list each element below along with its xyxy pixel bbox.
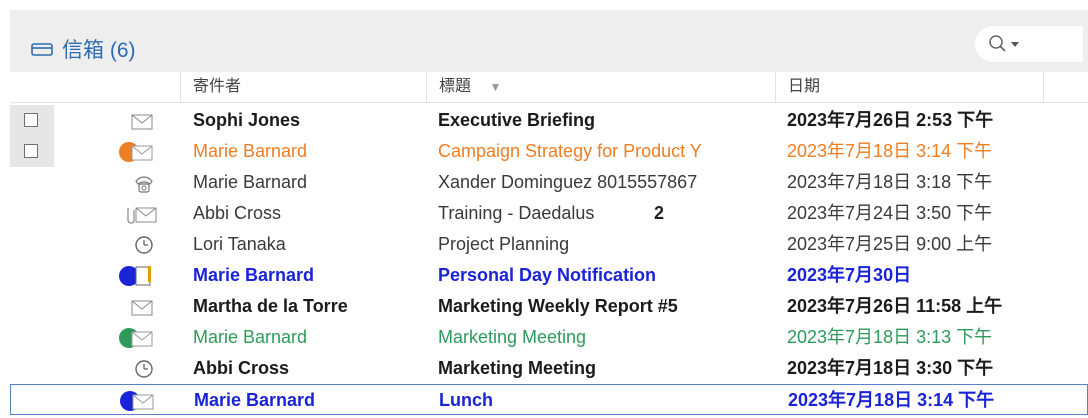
- column-header-sender[interactable]: 寄件者: [180, 72, 426, 102]
- message-subject: Personal Day Notification: [438, 265, 657, 285]
- message-date: 2023年7月18日 3:14 下午: [787, 141, 993, 161]
- message-count-badge: 2: [654, 203, 665, 223]
- message-row[interactable]: Abbi Cross Marketing Meeting 2023年7月18日 3:…: [10, 353, 1088, 384]
- row-checkbox-cell: [10, 136, 54, 167]
- message-row[interactable]: Marie Barnard Xander Dominguez 8015557867…: [10, 167, 1088, 198]
- message-sender: Sophi Jones: [193, 110, 301, 130]
- message-date: 2023年7月24日 3:50 下午: [787, 203, 993, 223]
- message-row[interactable]: Marie Barnard Campaign Strategy for Produ…: [10, 136, 1088, 167]
- message-date: 2023年7月18日 3:18 下午: [787, 172, 993, 192]
- message-sender: Marie Barnard: [193, 172, 308, 192]
- message-date: 2023年7月25日 9:00 上午: [787, 234, 993, 254]
- inbox-header: 信箱 (6): [10, 10, 1088, 72]
- attachment-envelope-icon: [118, 202, 158, 231]
- message-date: 2023年7月26日 2:53 下午: [787, 110, 994, 130]
- message-subject: Project Planning: [438, 234, 570, 254]
- message-date: 2023年7月18日 3:30 下午: [787, 358, 994, 378]
- message-subject: Training - Daedalus: [438, 203, 595, 223]
- message-date: 2023年7月26日 11:58 上午: [787, 296, 1003, 316]
- message-row[interactable]: Lori Tanaka Project Planning 2023年7月25日 9:…: [10, 229, 1088, 260]
- message-date: 2023年7月30日: [787, 265, 912, 285]
- message-row[interactable]: Abbi Cross Training - Daedalus 2023年7月24日 …: [10, 198, 1088, 229]
- envelope-icon: [118, 109, 158, 138]
- row-checkbox[interactable]: [24, 144, 38, 158]
- message-row[interactable]: Marie Barnard Personal Day Notification 20…: [10, 260, 1088, 291]
- inbox-title-label: 信箱 (6): [62, 39, 136, 62]
- message-subject: Executive Briefing: [438, 110, 596, 130]
- message-date: 2023年7月18日 3:13 下午: [787, 327, 993, 347]
- phone-icon: [118, 171, 158, 200]
- message-subject: Xander Dominguez 8015557867: [438, 172, 698, 192]
- message-row[interactable]: Sophi Jones Executive Briefing 2023年7月26日 …: [10, 105, 1088, 136]
- message-date: 2023年7月18日 3:14 下午: [788, 390, 995, 410]
- clock-icon: [118, 357, 158, 386]
- column-header-subject-label: 標題: [439, 78, 472, 95]
- clock-icon: [118, 233, 158, 262]
- blue-category-envelope-icon: [119, 389, 159, 418]
- message-sender: Marie Barnard: [193, 265, 315, 285]
- search-icon: [989, 35, 1019, 52]
- message-sender: Abbi Cross: [193, 203, 282, 223]
- message-row[interactable]: Martha de la Torre Marketing Weekly Repor…: [10, 291, 1088, 322]
- column-header-extra[interactable]: [1043, 72, 1088, 102]
- envelope-icon: [118, 295, 158, 324]
- sort-descending-icon: ▼: [489, 80, 502, 94]
- message-sender: Marie Barnard: [193, 141, 308, 161]
- message-row[interactable]: Marie Barnard Marketing Meeting 2023年7月18日…: [10, 322, 1088, 353]
- column-header-row: 寄件者 標題 ▼ 日期: [10, 72, 1088, 103]
- message-sender: Marie Barnard: [194, 390, 316, 410]
- message-subject: Campaign Strategy for Product Y: [438, 141, 702, 161]
- message-sender: Abbi Cross: [193, 358, 290, 378]
- inbox-title[interactable]: 信箱 (6): [30, 34, 136, 64]
- column-header-sender-label: 寄件者: [193, 78, 242, 95]
- blue-category-note-icon: [118, 264, 158, 293]
- column-header-date[interactable]: 日期: [775, 72, 1043, 102]
- message-subject: Marketing Meeting: [438, 358, 597, 378]
- column-header-subject[interactable]: 標題 ▼: [426, 72, 775, 102]
- message-sender: Lori Tanaka: [193, 234, 286, 254]
- search-button[interactable]: [975, 26, 1083, 62]
- green-category-envelope-icon: [118, 326, 158, 355]
- message-subject: Marketing Meeting: [438, 327, 587, 347]
- inbox-tray-icon: [31, 43, 53, 56]
- message-subject: Marketing Weekly Report #5: [438, 296, 678, 316]
- row-checkbox[interactable]: [24, 113, 38, 127]
- orange-category-envelope-icon: [118, 140, 158, 169]
- row-checkbox-cell: [10, 105, 54, 136]
- column-header-date-label: 日期: [788, 78, 821, 95]
- message-row[interactable]: Marie Barnard Lunch 2023年7月18日 3:14 下午: [10, 384, 1088, 415]
- message-sender: Martha de la Torre: [193, 296, 348, 316]
- message-subject: Lunch: [439, 390, 493, 410]
- message-sender: Marie Barnard: [193, 327, 308, 347]
